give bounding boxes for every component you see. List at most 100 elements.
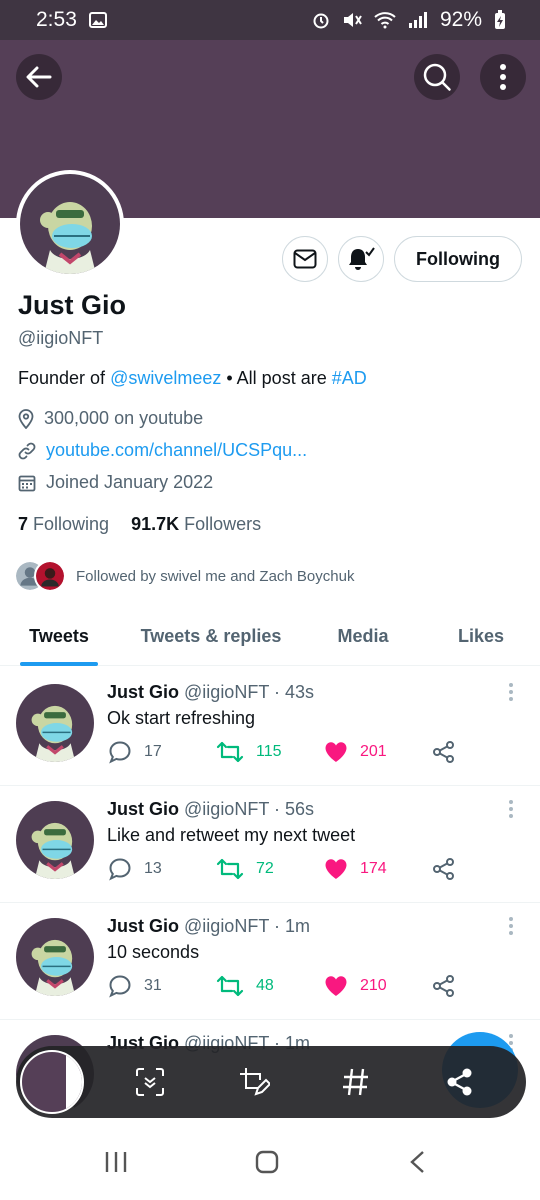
more-vertical-icon (500, 64, 506, 90)
reply-button[interactable]: 31 (108, 974, 216, 998)
hashtag-button[interactable] (336, 1062, 376, 1102)
like-count: 174 (360, 860, 387, 877)
reply-icon (109, 741, 131, 764)
reply-icon (109, 975, 131, 998)
share-screenshot-button[interactable] (440, 1062, 480, 1102)
retweet-button[interactable]: 115 (216, 741, 324, 763)
retweet-button[interactable]: 72 (216, 858, 324, 880)
reply-count: 13 (144, 860, 162, 877)
tweet-time: · 1m (274, 916, 311, 936)
search-icon (423, 63, 451, 91)
followed-by-row[interactable]: Followed by swivel me and Zach Boychuk (14, 560, 354, 592)
clock: 2:53 (36, 8, 77, 31)
tweet-text: Ok start refreshing (107, 708, 256, 728)
tab-tweets[interactable]: Tweets (0, 608, 118, 666)
reply-button[interactable]: 13 (108, 857, 216, 881)
profile-joined: Joined January 2022 (18, 472, 213, 493)
tweet-more-icon[interactable] (508, 799, 514, 819)
share-button[interactable] (432, 857, 456, 881)
notifications-button[interactable] (338, 236, 384, 282)
joined-text: Joined January 2022 (46, 472, 214, 492)
battery-charging-icon (495, 10, 505, 29)
share-button[interactable] (432, 740, 456, 764)
following-count: 7 (18, 514, 29, 534)
tweet-header: Just Gio @iigioNFT · 1m (107, 916, 310, 937)
share-icon (447, 1068, 472, 1096)
tweet[interactable]: Just Gio @iigioNFT · 1m 10 seconds 31 48… (0, 902, 540, 1020)
share-icon (433, 975, 454, 997)
profile-location: 300,000 on youtube (18, 408, 203, 429)
tweet-author-name[interactable]: Just Gio (107, 799, 179, 819)
tab-media[interactable]: Media (304, 608, 422, 665)
like-button[interactable]: 210 (324, 975, 432, 997)
scroll-capture-icon (136, 1068, 164, 1096)
tweet-author-name[interactable]: Just Gio (107, 682, 179, 702)
tab-likes[interactable]: Likes (422, 608, 540, 665)
tweet-author-handle: @iigioNFT (184, 682, 269, 702)
ape-avatar-image (16, 801, 94, 879)
tweet[interactable]: Just Gio @iigioNFT · 43s Ok start refres… (0, 668, 540, 786)
back-button[interactable] (16, 54, 62, 100)
gallery-icon (88, 12, 107, 28)
retweet-count: 48 (256, 977, 274, 994)
tweet-author-handle: @iigioNFT (184, 916, 269, 936)
edit-screenshot-button[interactable] (234, 1062, 274, 1102)
calendar-icon (18, 475, 36, 491)
tweet-actions: 31 48 210 (108, 974, 456, 998)
website-link[interactable]: youtube.com/channel/UCSPqu... (46, 440, 307, 461)
followers-label: Followers (184, 514, 262, 534)
crop-edit-icon (240, 1068, 270, 1096)
tweet-more-icon[interactable] (508, 682, 514, 702)
tweet-avatar[interactable] (16, 801, 94, 879)
following-label: Following (33, 514, 110, 534)
mute-icon (343, 13, 362, 27)
like-count: 201 (360, 743, 387, 760)
screenshot-thumbnail[interactable] (20, 1050, 84, 1114)
hashtag-icon (343, 1068, 368, 1096)
tweet-avatar[interactable] (16, 684, 94, 762)
bio-hashtag-link[interactable]: #AD (332, 368, 367, 388)
profile-avatar[interactable] (16, 170, 124, 278)
retweet-button[interactable]: 48 (216, 975, 324, 997)
tweet-header: Just Gio @iigioNFT · 43s (107, 682, 314, 703)
profile-handle: @iigioNFT (18, 328, 104, 348)
like-button[interactable]: 201 (324, 741, 432, 763)
followers-count: 91.7K (131, 514, 180, 534)
screenshot-toolbar (16, 1046, 526, 1118)
recent-apps-icon[interactable] (104, 1150, 128, 1174)
arrow-left-icon (26, 66, 52, 88)
heart-icon (325, 859, 347, 879)
message-button[interactable] (282, 236, 328, 282)
scroll-capture-button[interactable] (130, 1062, 170, 1102)
following-link[interactable]: 7 Following (18, 514, 109, 535)
like-button[interactable]: 174 (324, 858, 432, 880)
following-button[interactable]: Following (394, 236, 522, 282)
ape-avatar-image (20, 174, 120, 274)
wifi-icon (374, 12, 396, 29)
tweet-more-icon[interactable] (508, 916, 514, 936)
tweet-text: Like and retweet my next tweet (107, 825, 356, 845)
followers-link[interactable]: 91.7K Followers (131, 514, 261, 535)
followed-by-text: Followed by swivel me and Zach Boychuk (76, 567, 355, 585)
tweet-author-name[interactable]: Just Gio (107, 916, 179, 936)
bio-mention-link[interactable]: @swivelmeez (110, 368, 221, 388)
share-button[interactable] (432, 974, 456, 998)
tab-tweets-and-replies[interactable]: Tweets & replies (118, 608, 304, 665)
retweet-count: 72 (256, 860, 274, 877)
retweet-icon (216, 741, 244, 763)
ape-avatar-image (16, 918, 94, 996)
more-options-button[interactable] (480, 54, 526, 100)
envelope-icon (293, 249, 317, 269)
ape-avatar-image (16, 684, 94, 762)
following-button-label: Following (416, 248, 500, 269)
reply-button[interactable]: 17 (108, 740, 216, 764)
search-button[interactable] (414, 54, 460, 100)
location-text: 300,000 on youtube (44, 408, 204, 428)
home-icon[interactable] (255, 1150, 279, 1174)
retweet-count: 115 (256, 743, 282, 760)
link-icon (18, 442, 36, 459)
back-nav-icon[interactable] (408, 1150, 428, 1174)
tweet[interactable]: Just Gio @iigioNFT · 56s Like and retwee… (0, 785, 540, 903)
follower-avatar (34, 560, 66, 592)
tweet-avatar[interactable] (16, 918, 94, 996)
